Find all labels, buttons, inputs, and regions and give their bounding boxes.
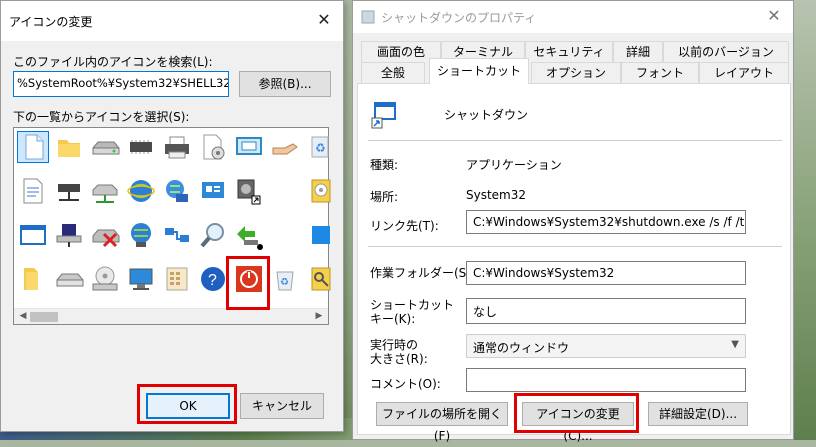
scroll-left-icon[interactable]: ◀ — [16, 311, 30, 323]
title-bar: シャットダウンのプロパティ ✕ — [353, 1, 793, 33]
close-icon[interactable]: ✕ — [765, 7, 783, 25]
magnifier-icon[interactable] — [198, 220, 228, 250]
change-icon-highlight — [514, 393, 639, 433]
cd-music-icon[interactable] — [306, 176, 336, 206]
icon-list[interactable]: ♻ ? ♻ ◀ ▶ — [13, 127, 331, 325]
target-field[interactable]: C:¥Windows¥System32¥shutdown.exe /s /f /… — [466, 210, 746, 234]
run-select[interactable]: 通常のウィンドウ ▼ — [466, 334, 746, 358]
search-file-label: このファイル内のアイコンを検索(L): — [13, 55, 213, 69]
tab-font[interactable]: フォント — [621, 62, 699, 84]
shortcut-tab-panel: シャットダウン 種類: アプリケーション 場所: System32 リンク先(T… — [357, 83, 791, 443]
control-panel-icon[interactable] — [198, 176, 228, 206]
network-connection-icon[interactable] — [162, 220, 192, 250]
drive-icon[interactable] — [54, 264, 84, 294]
run-label-line2: 大きさ(R): — [370, 352, 428, 366]
icon-grid: ♻ ? ♻ — [14, 128, 331, 308]
network-drive-icon[interactable] — [54, 176, 84, 206]
hand-icon[interactable] — [270, 132, 300, 162]
cd-drive-icon[interactable] — [90, 264, 120, 294]
tab-shortcut[interactable]: ショートカット — [429, 58, 529, 84]
type-label: 種類: — [370, 158, 399, 172]
start-in-label: 作業フォルダー(S): — [370, 266, 476, 280]
settings-document-icon[interactable] — [198, 132, 228, 162]
cancel-button[interactable]: キャンセル — [240, 393, 324, 419]
network-icon[interactable] — [90, 176, 120, 206]
tab-options[interactable]: オプション — [531, 62, 621, 84]
display-icon[interactable] — [234, 132, 264, 162]
power-icon-highlight — [226, 256, 270, 310]
tab-general[interactable]: 全般 — [361, 62, 425, 84]
divider — [368, 140, 782, 141]
change-icon-dialog: アイコンの変更 ✕ このファイル内のアイコンを検索(L): %SystemRoo… — [0, 0, 344, 432]
svg-text:♻: ♻ — [315, 141, 326, 155]
scroll-right-icon[interactable]: ▶ — [312, 311, 326, 323]
svg-text:?: ? — [208, 272, 217, 289]
open-file-location-button[interactable]: ファイルの場所を開く(F) — [376, 402, 508, 443]
file-path-input[interactable]: %SystemRoot%¥System32¥SHELL32.dll — [13, 71, 229, 97]
dialog-title: シャットダウンのプロパティ — [381, 10, 537, 25]
advanced-button[interactable]: 詳細設定(D)... — [648, 402, 748, 426]
title-shortcut-icon — [361, 10, 375, 24]
chip-icon[interactable] — [126, 132, 156, 162]
floppy-drive-icon[interactable] — [54, 220, 84, 250]
scroll-thumb[interactable] — [30, 312, 58, 322]
text-document-icon[interactable] — [18, 176, 48, 206]
speaker-shortcut-icon[interactable] — [234, 176, 264, 206]
horizontal-scrollbar[interactable]: ◀ ▶ — [14, 308, 328, 324]
drive-error-icon[interactable] — [90, 220, 120, 250]
blank-document-icon[interactable] — [17, 131, 49, 163]
start-in-field[interactable]: C:¥Windows¥System32 — [466, 261, 746, 285]
web-globe-icon[interactable] — [162, 176, 192, 206]
key-icon[interactable] — [306, 264, 336, 294]
chevron-down-icon: ▼ — [731, 339, 739, 350]
printer-icon[interactable] — [162, 132, 192, 162]
tab-security[interactable]: セキュリティ — [525, 41, 613, 63]
close-icon[interactable]: ✕ — [315, 11, 333, 29]
divider — [368, 246, 782, 247]
tab-previous-versions[interactable]: 以前のバージョン — [663, 41, 789, 63]
monitor-icon[interactable] — [126, 264, 156, 294]
window-icon[interactable] — [18, 220, 48, 250]
type-value: アプリケーション — [466, 158, 562, 172]
drive-icon[interactable] — [90, 132, 120, 162]
network-globe-icon[interactable] — [126, 220, 156, 250]
blue-box-icon[interactable] — [306, 220, 336, 250]
tab-layout[interactable]: レイアウト — [699, 62, 789, 84]
shortcut-name: シャットダウン — [444, 108, 529, 122]
help-icon[interactable]: ? — [198, 264, 228, 294]
location-value: System32 — [466, 188, 527, 202]
folder-icon[interactable] — [54, 132, 84, 162]
tab-details[interactable]: 詳細 — [613, 41, 663, 63]
browse-button[interactable]: 参照(B)... — [239, 71, 331, 97]
globe-icon[interactable] — [126, 176, 156, 206]
dialog-title: アイコンの変更 — [9, 14, 93, 29]
select-icon-label: 下の一覧からアイコンを選択(S): — [13, 110, 190, 124]
shortcut-properties-dialog: シャットダウンのプロパティ ✕ 画面の色 ターミナル セキュリティ 詳細 以前の… — [352, 0, 794, 443]
title-bar: アイコンの変更 ✕ — [1, 1, 343, 41]
folder-icon[interactable] — [18, 264, 48, 294]
calendar-grid-icon[interactable] — [162, 264, 192, 294]
hotkey-field[interactable]: なし — [466, 298, 746, 324]
svg-text:♻: ♻ — [280, 277, 289, 288]
location-label: 場所: — [370, 190, 399, 204]
comment-field[interactable] — [466, 368, 746, 392]
target-label: リンク先(T): — [370, 219, 439, 233]
ok-button-highlight — [137, 384, 237, 424]
comment-label: コメント(O): — [370, 377, 441, 391]
recycle-icon[interactable]: ♻ — [306, 132, 336, 162]
shortcut-app-icon — [370, 100, 400, 130]
run-select-value: 通常のウィンドウ — [473, 341, 570, 355]
green-arrow-icon[interactable] — [234, 220, 264, 250]
hotkey-label-line2: キー(K): — [370, 312, 416, 326]
recycle-bin-icon[interactable]: ♻ — [270, 264, 300, 294]
